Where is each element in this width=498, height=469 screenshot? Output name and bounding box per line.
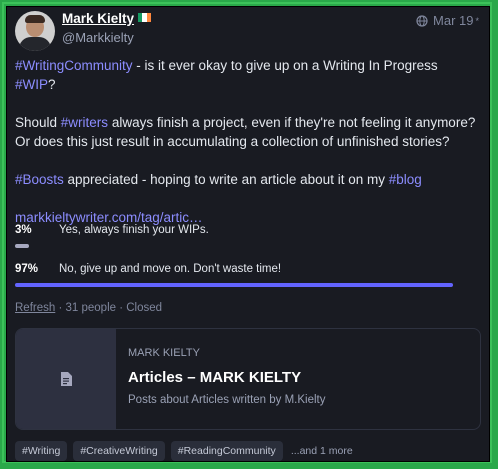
- poll-option: 3% Yes, always finish your WIPs.: [15, 224, 467, 254]
- post-paragraph: #Boosts appreciated - hoping to write an…: [15, 170, 480, 189]
- ireland-flag-icon: [138, 13, 151, 22]
- poll-option-bar: [15, 244, 29, 248]
- link-preview-card[interactable]: MARK KIELTY Articles – MARK KIELTY Posts…: [15, 328, 481, 430]
- poll-option-percent: 97%: [15, 263, 39, 275]
- post-text: ?: [48, 77, 56, 92]
- poll-option-label: No, give up and move on. Don't waste tim…: [59, 263, 282, 275]
- post-link[interactable]: markkieltywriter.com/tag/artic…: [15, 210, 203, 225]
- post-date[interactable]: Mar 19: [433, 13, 473, 28]
- post-text: appreciated - hoping to write an article…: [63, 172, 389, 187]
- link-thumbnail: [16, 329, 116, 429]
- hashtag-chip[interactable]: #CreativeWriting: [73, 441, 165, 461]
- hashtag-link[interactable]: #Boosts: [15, 172, 64, 187]
- post-content: #WritingCommunity - is it ever okay to g…: [15, 56, 480, 246]
- link-description: Posts about Articles written by M.Kielty: [128, 394, 326, 406]
- post-text: Should: [15, 115, 61, 130]
- post-text: - is it ever okay to give up on a Writin…: [132, 58, 438, 73]
- edited-indicator: *: [475, 15, 479, 26]
- post-card: Mark Kielty @Markkielty Mar 19 * #Writin…: [6, 6, 490, 462]
- more-hashtags-button[interactable]: ...and 1 more: [291, 445, 353, 457]
- poll-option-label: Yes, always finish your WIPs.: [59, 224, 209, 236]
- hashtag-link[interactable]: #WIP: [15, 77, 48, 92]
- link-title[interactable]: Articles – MARK KIELTY: [128, 369, 301, 386]
- hashtag-link[interactable]: #writers: [61, 115, 108, 130]
- refresh-link[interactable]: Refresh: [15, 302, 55, 314]
- hashtag-chip[interactable]: #ReadingCommunity: [170, 441, 283, 461]
- poll-footer: Refresh · 31 people · Closed: [15, 302, 162, 314]
- poll-option: 97% No, give up and move on. Don't waste…: [15, 263, 467, 293]
- hashtag-chip[interactable]: #Writing: [15, 441, 68, 461]
- post-meta: Mar 19 *: [416, 13, 479, 28]
- post-paragraph: #WritingCommunity - is it ever okay to g…: [15, 56, 480, 94]
- poll-option-bar: [15, 283, 454, 287]
- hashtag-link[interactable]: #WritingCommunity: [15, 58, 133, 73]
- avatar[interactable]: [15, 11, 55, 51]
- hashtag-link[interactable]: #blog: [389, 172, 422, 187]
- poll-summary: · 31 people · Closed: [55, 302, 163, 314]
- document-icon: [61, 372, 72, 386]
- account-handle[interactable]: @Markkielty: [62, 30, 134, 45]
- display-name[interactable]: Mark Kielty: [62, 11, 134, 26]
- globe-icon: [416, 14, 428, 27]
- link-provider: MARK KIELTY: [128, 347, 200, 359]
- poll-option-percent: 3%: [15, 224, 32, 236]
- hashtag-bar: #Writing #CreativeWriting #ReadingCommun…: [15, 441, 353, 461]
- post-paragraph: Should #writers always finish a project,…: [15, 113, 480, 151]
